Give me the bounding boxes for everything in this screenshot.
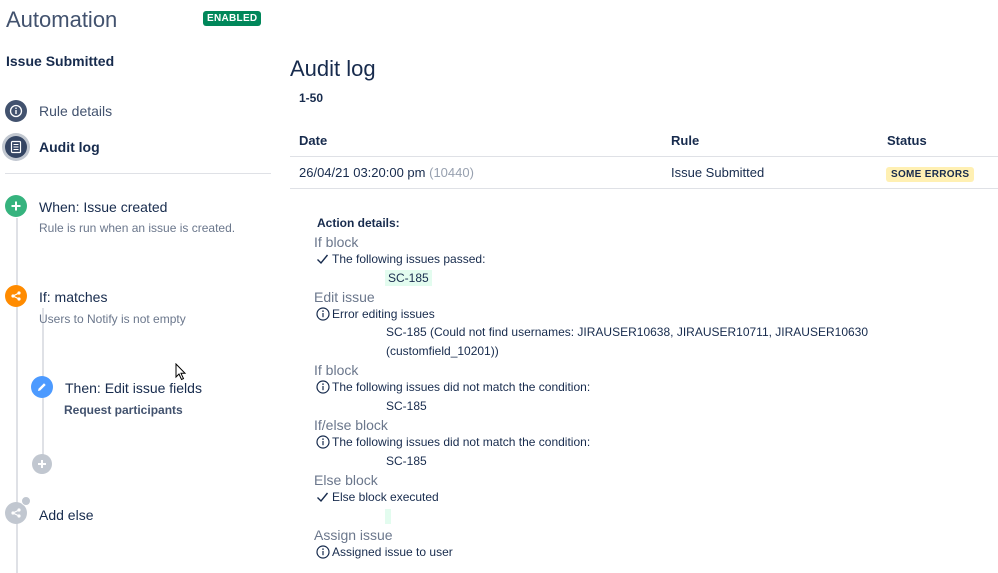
- trigger-title[interactable]: When: Issue created: [39, 199, 167, 215]
- nav-audit-log[interactable]: Audit log: [5, 134, 100, 160]
- block-title: If block: [314, 234, 359, 250]
- column-header-rule[interactable]: Rule: [671, 133, 699, 148]
- issue-key-link[interactable]: SC-185: [386, 454, 427, 468]
- add-else-title[interactable]: Add else: [39, 507, 93, 523]
- empty-issue-highlight: [385, 509, 391, 524]
- block-title: Edit issue: [314, 289, 375, 305]
- table-row[interactable]: 26/04/21 03:20:00 pm (10440): [299, 165, 474, 180]
- nav-rule-details-label: Rule details: [39, 103, 113, 119]
- info-icon: [316, 545, 332, 559]
- row-rule: Issue Submitted: [671, 165, 765, 180]
- table-row-divider: [290, 188, 998, 189]
- issue-key-link[interactable]: SC-185: [386, 399, 427, 413]
- app-title: Automation: [6, 7, 118, 32]
- mouse-cursor-icon: [175, 362, 187, 386]
- nav-audit-log-label: Audit log: [39, 139, 100, 155]
- block-message: Assigned issue to user: [316, 545, 453, 559]
- add-else-plus-icon[interactable]: [21, 496, 31, 506]
- add-component-plus-icon[interactable]: [32, 454, 52, 474]
- block-message: The following issues did not match the c…: [316, 435, 590, 449]
- check-icon: [316, 491, 332, 503]
- result-range: 1-50: [299, 91, 324, 105]
- rule-name: Issue Submitted: [6, 53, 115, 69]
- info-icon: [316, 307, 332, 321]
- issue-key-link[interactable]: SC-185: [385, 270, 432, 286]
- column-header-date[interactable]: Date: [299, 133, 327, 148]
- block-message: The following issues did not match the c…: [316, 380, 590, 394]
- block-title: Assign issue: [314, 527, 393, 543]
- enabled-status-badge[interactable]: ENABLED: [203, 11, 262, 26]
- block-message: Else block executed: [316, 490, 439, 504]
- check-icon: [316, 253, 332, 265]
- issue-error-detail-cont: (customfield_10201)): [386, 344, 499, 358]
- plus-icon[interactable]: [5, 195, 27, 217]
- table-header-divider: [290, 156, 998, 157]
- block-title: If block: [314, 362, 359, 378]
- action-description: Request participants: [64, 403, 183, 417]
- page-title: Audit log: [290, 56, 376, 81]
- block-title: If/else block: [314, 417, 388, 433]
- list-icon: [5, 136, 27, 158]
- block-message: Error editing issues: [316, 307, 435, 321]
- block-title: Else block: [314, 472, 378, 488]
- sidebar-divider: [5, 173, 271, 174]
- action-details-heading: Action details:: [317, 216, 400, 230]
- info-icon: [316, 435, 332, 449]
- trigger-description: Rule is run when an issue is created.: [39, 221, 236, 235]
- column-header-status[interactable]: Status: [887, 133, 927, 148]
- row-date: 26/04/21 03:20:00 pm: [299, 165, 426, 180]
- condition-title[interactable]: If: matches: [39, 289, 107, 305]
- block-message: The following issues passed:: [316, 252, 485, 266]
- row-id: (10440): [429, 165, 474, 180]
- info-icon: [5, 100, 27, 122]
- issue-error-detail: SC-185 (Could not find usernames: JIRAUS…: [386, 325, 869, 339]
- info-icon: [316, 380, 332, 394]
- condition-description: Users to Notify is not empty: [39, 312, 186, 326]
- nav-rule-details[interactable]: Rule details: [5, 98, 112, 124]
- pencil-icon[interactable]: [31, 376, 53, 398]
- branch-icon[interactable]: [5, 285, 27, 307]
- status-lozenge: SOME ERRORS: [886, 167, 975, 182]
